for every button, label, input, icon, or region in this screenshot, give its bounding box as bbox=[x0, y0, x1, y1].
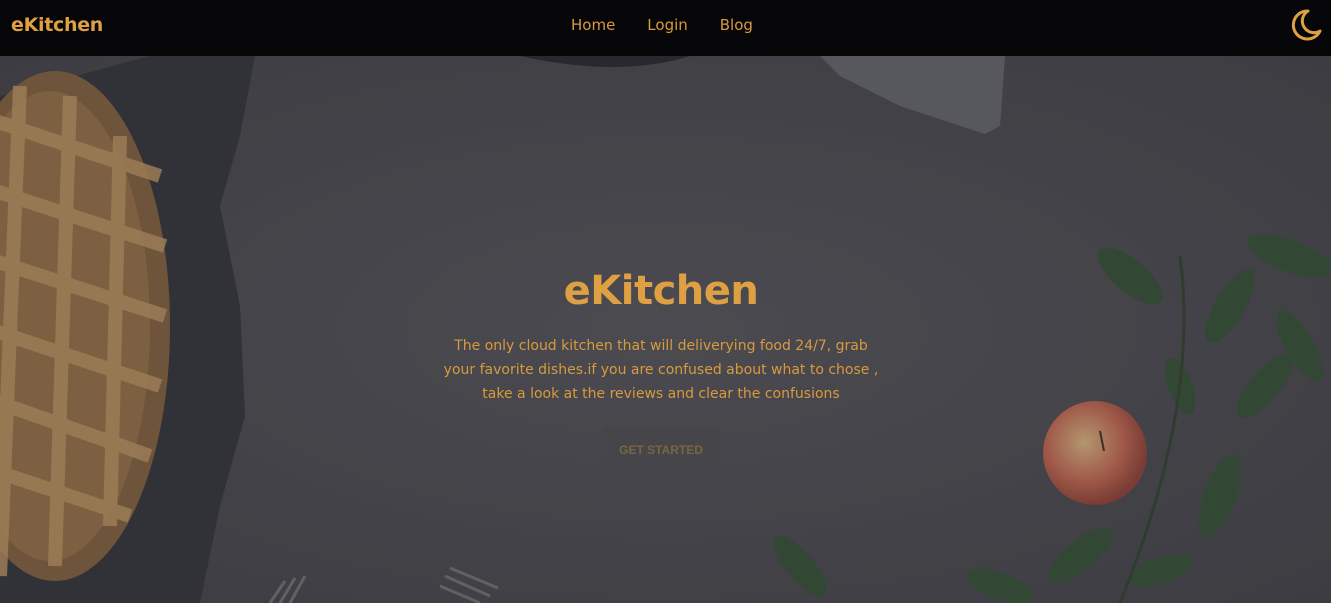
nav-link-login[interactable]: Login bbox=[647, 16, 687, 34]
navbar: eKitchen Home Login Blog bbox=[0, 0, 1331, 56]
get-started-button[interactable]: GET STARTED bbox=[602, 426, 720, 472]
hero-title: eKitchen bbox=[563, 268, 759, 314]
nav-links: Home Login Blog bbox=[571, 16, 785, 34]
hero-section: eKitchen The only cloud kitchen that wil… bbox=[0, 56, 1331, 603]
moon-icon bbox=[1291, 9, 1322, 41]
brand-logo[interactable]: eKitchen bbox=[11, 14, 103, 36]
nav-link-blog[interactable]: Blog bbox=[720, 16, 753, 34]
hero-description: The only cloud kitchen that will deliver… bbox=[443, 338, 879, 402]
theme-toggle-button[interactable] bbox=[1288, 7, 1324, 43]
nav-link-home[interactable]: Home bbox=[571, 16, 615, 34]
hero-content: eKitchen The only cloud kitchen that wil… bbox=[430, 262, 892, 472]
